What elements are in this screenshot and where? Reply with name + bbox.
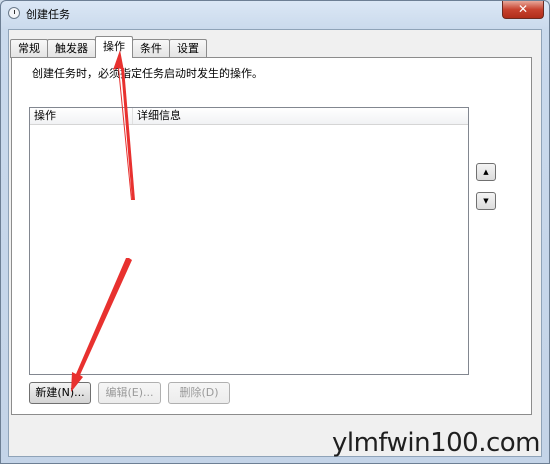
column-header-action[interactable]: 操作 bbox=[30, 108, 133, 124]
move-up-button[interactable]: ▲ bbox=[476, 163, 496, 181]
task-scheduler-clock-icon bbox=[8, 7, 20, 19]
tab-strip: 常规 触发器 操作 条件 设置 bbox=[10, 36, 207, 58]
delete-action-button[interactable]: 删除(D) bbox=[168, 382, 230, 404]
column-header-details[interactable]: 详细信息 bbox=[133, 108, 468, 124]
tab-triggers[interactable]: 触发器 bbox=[47, 39, 96, 58]
title-bar[interactable]: 创建任务 ✕ bbox=[1, 1, 549, 27]
actions-tab-panel: 创建任务时，必须指定任务启动时发生的操作。 操作 详细信息 ▲ ▼ 新建(N).… bbox=[11, 57, 532, 415]
tab-actions[interactable]: 操作 bbox=[95, 36, 133, 58]
window-title: 创建任务 bbox=[26, 8, 70, 21]
actions-list-header: 操作 详细信息 bbox=[30, 108, 468, 125]
tab-conditions[interactable]: 条件 bbox=[132, 39, 170, 58]
site-watermark: ylmfwin100.com bbox=[331, 428, 541, 458]
tab-general[interactable]: 常规 bbox=[10, 39, 48, 58]
close-button[interactable]: ✕ bbox=[502, 1, 544, 19]
new-action-button[interactable]: 新建(N)... bbox=[29, 382, 91, 404]
actions-list[interactable]: 操作 详细信息 bbox=[29, 107, 469, 375]
actions-description: 创建任务时，必须指定任务启动时发生的操作。 bbox=[32, 67, 263, 80]
edit-action-button[interactable]: 编辑(E)... bbox=[98, 382, 161, 404]
move-down-button[interactable]: ▼ bbox=[476, 192, 496, 210]
tab-settings[interactable]: 设置 bbox=[169, 39, 207, 58]
